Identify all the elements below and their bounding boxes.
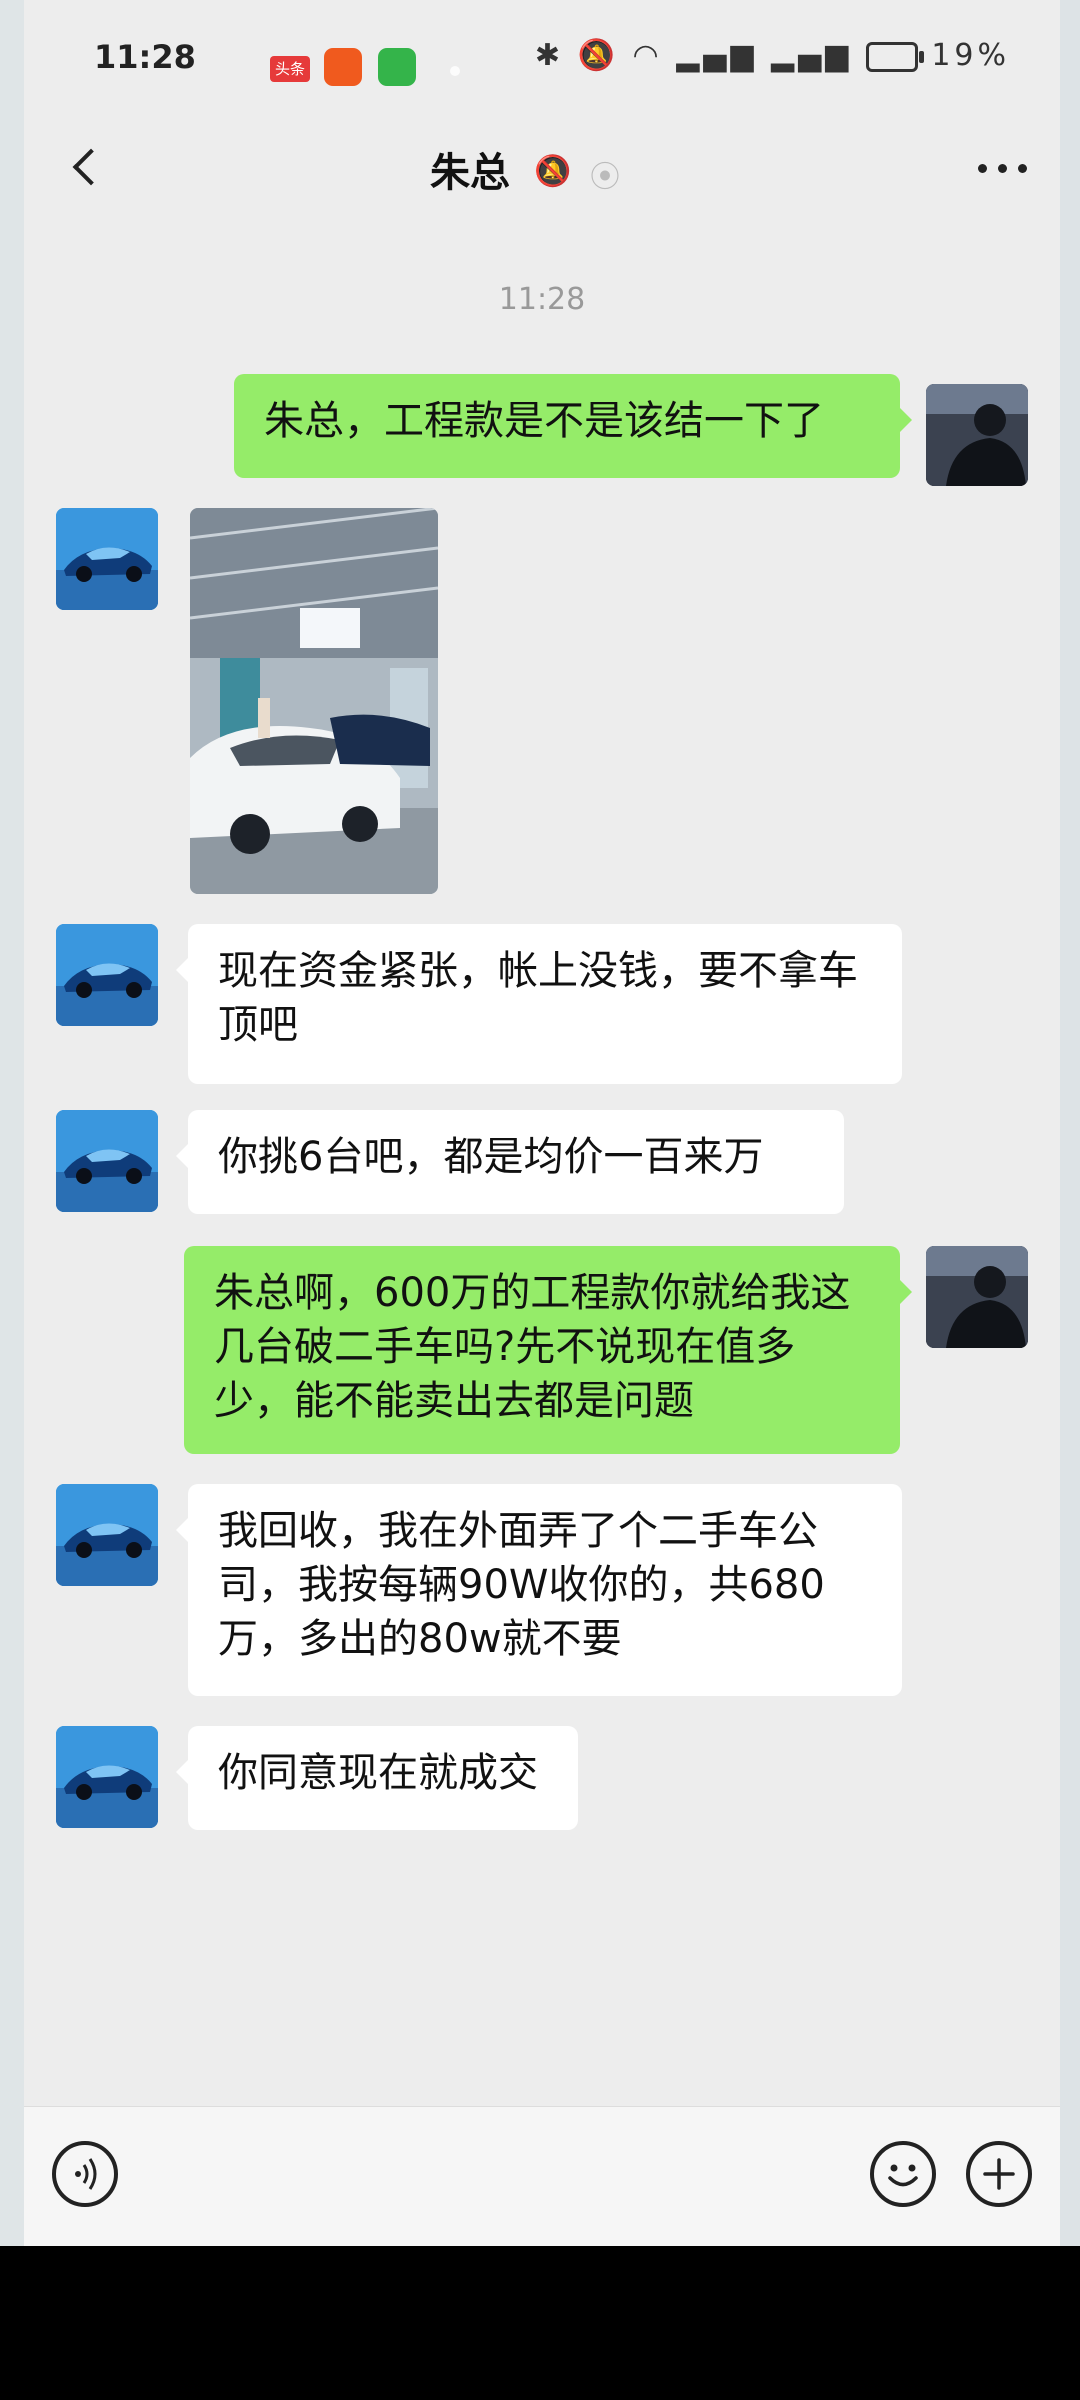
voice-icon [75,2158,97,2190]
left-edge [0,0,24,2246]
status-bar: 11:28 头条 ✱ 🔕 ◠ ▂▄▆ ▂▄▆ 19% [24,28,1060,98]
notification-app-icon [324,48,362,86]
more-dots-icon [1018,164,1027,173]
back-button[interactable] [54,138,114,198]
chat-screen: 11:28 头条 ✱ 🔕 ◠ ▂▄▆ ▂▄▆ 19% 朱总 🔕 ⦿ 11:28 … [0,0,1080,2246]
more-dots-icon [978,164,987,173]
message-input-bar [24,2106,1060,2246]
message-input[interactable] [148,2131,852,2221]
contact-avatar[interactable] [56,1110,158,1212]
sports-car-avatar-icon [56,924,158,1026]
contact-avatar[interactable] [56,924,158,1026]
notification-dot-icon [450,66,460,76]
bluetooth-icon: ✱ [534,38,565,73]
sports-car-avatar-icon [56,1484,158,1586]
signal-icon: ▂▄▆ [676,38,758,73]
bell-off-icon: 🔕 [577,38,619,73]
outgoing-message[interactable]: 朱总，工程款是不是该结一下了 [234,374,912,478]
toutiao-app-icon: 头条 [270,56,310,82]
chat-header: 朱总 🔕 ⦿ [24,120,1060,220]
bell-off-icon: 🔕 [534,154,572,189]
more-dots-icon [998,164,1007,173]
contact-avatar[interactable] [56,1484,158,1586]
incoming-message[interactable]: 你挑6台吧，都是均价一百来万 [176,1110,844,1214]
signal-icon: ▂▄▆ [771,38,853,73]
right-edge [1060,0,1080,2246]
more-functions-button[interactable] [966,2141,1032,2207]
incoming-message[interactable]: 现在资金紧张，帐上没钱，要不拿车顶吧 [176,924,902,1084]
my-avatar[interactable] [926,384,1028,486]
car-showroom-photo[interactable] [190,508,438,894]
more-options-button[interactable] [970,142,1040,192]
system-status-icons: ✱ 🔕 ◠ ▂▄▆ ▂▄▆ 19% [535,38,1010,73]
incoming-message[interactable]: 你同意现在就成交 [176,1726,578,1830]
contact-avatar[interactable] [56,508,158,610]
person-avatar-icon [926,384,1028,486]
status-time: 11:28 [94,38,196,76]
message-timestamp: 11:28 [498,282,586,317]
wifi-icon: ◠ [632,38,663,73]
emoji-icon [888,2164,918,2187]
battery-icon [865,41,924,72]
showroom-image [190,508,438,894]
sports-car-avatar-icon [56,1726,158,1828]
emoji-button[interactable] [870,2141,936,2207]
outgoing-message[interactable]: 朱总啊，600万的工程款你就给我这几台破二手车吗?先不说现在值多少，能不能卖出去… [184,1246,912,1454]
voice-input-button[interactable] [52,2141,118,2207]
ear-icon: ⦿ [590,160,620,195]
contact-avatar[interactable] [56,1726,158,1828]
plus-icon [983,2158,1015,2190]
chat-title: 朱总 [430,150,510,196]
incoming-message[interactable]: 我回收，我在外面弄了个二手车公司，我按每辆90W收你的，共680万，多出的80w… [176,1484,902,1696]
battery-level: 19% [931,38,1010,73]
chat-window: 11:28 头条 ✱ 🔕 ◠ ▂▄▆ ▂▄▆ 19% 朱总 🔕 ⦿ 11:28 … [24,0,1060,2246]
notification-app-icon [378,48,416,86]
person-avatar-icon [926,1246,1028,1348]
sports-car-avatar-icon [56,1110,158,1212]
sports-car-avatar-icon [56,508,158,610]
my-avatar[interactable] [926,1246,1028,1348]
